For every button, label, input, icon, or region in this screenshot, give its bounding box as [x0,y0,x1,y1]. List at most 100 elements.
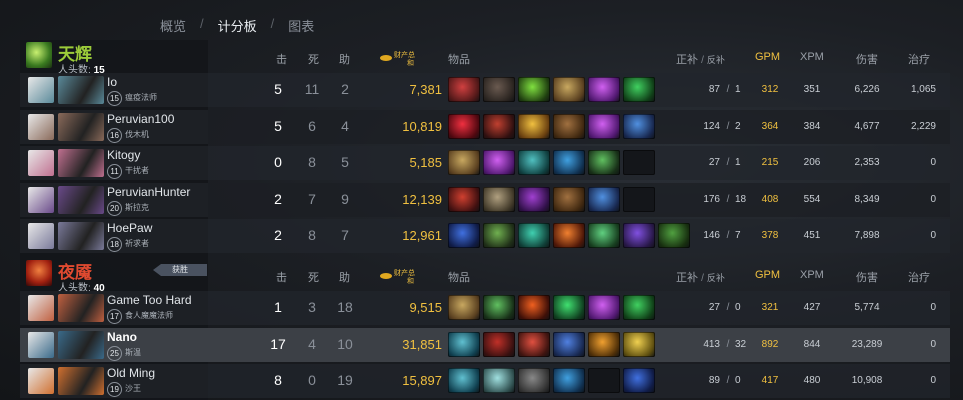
item-green-dagger-icon[interactable] [483,295,515,320]
item-blue-spear-icon[interactable] [623,368,655,393]
hero-portrait-icon[interactable] [58,76,104,104]
player-name[interactable]: HoePaw [107,221,152,235]
col-gpm[interactable]: GPM [755,269,780,281]
col-damage[interactable]: 伤害 [856,269,878,285]
item-blue-wand-icon[interactable] [553,368,585,393]
item-gold-leaf-icon[interactable] [518,113,550,139]
item-orange-shield-icon[interactable] [588,331,620,357]
item-red-cloak-icon[interactable] [483,331,515,357]
item-teal-axe-icon[interactable] [448,331,480,357]
item-swirl-icon[interactable] [483,368,515,393]
player-avatar[interactable] [28,186,54,213]
player-name[interactable]: Nano [107,330,137,344]
col-items[interactable]: 物品 [448,269,470,285]
hero-portrait-icon[interactable] [58,185,104,214]
item-crimson-guard-icon[interactable] [483,113,515,139]
col-networth[interactable]: 财产总和 [394,270,415,286]
player-avatar[interactable] [28,150,54,176]
player-avatar[interactable] [28,331,54,358]
player-row[interactable]: Game Too Hard 17 食人魔魔法师 1 3 18 9,515 27 … [20,291,950,325]
item-green-boots-icon[interactable] [623,77,655,102]
item-brown-boots-icon[interactable] [553,113,585,139]
player-row[interactable]: Old Ming 19 沙王 8 0 19 15,897 89 / 0 417 … [20,364,950,398]
item-red-eye-icon[interactable] [448,77,480,102]
col-damage[interactable]: 伤害 [856,51,878,67]
hero-portrait-icon[interactable] [58,149,104,177]
item-scroll-icon[interactable] [448,295,480,320]
col-kills[interactable]: 击 [276,269,287,285]
item-purple-orb-icon[interactable] [588,113,620,139]
player-avatar[interactable] [28,223,54,249]
item-purple-boots-icon[interactable] [623,223,655,248]
player-row[interactable]: Kitogy 11 干扰者 0 8 5 5,185 27 / 1 215 206… [20,146,950,180]
player-name[interactable]: Kitogy [107,148,140,162]
player-row[interactable]: HoePaw 18 祈求者 2 8 7 12,961 146 / 7 378 4… [20,219,950,253]
item-scroll-icon[interactable] [553,77,585,102]
player-name[interactable]: Old Ming [107,366,155,380]
player-row[interactable]: Nano 25 斯温 17 4 10 31,851 413 / 32 892 8… [20,327,950,362]
nav-overview[interactable]: 概览 [160,16,186,35]
player-name[interactable]: PeruvianHunter [107,185,190,199]
player-name[interactable]: Game Too Hard [107,293,192,307]
player-name[interactable]: Peruvian100 [107,112,174,126]
col-heal[interactable]: 治疗 [908,269,930,285]
item-purple-orb-icon[interactable] [588,77,620,102]
item-blue-wand-icon[interactable] [553,150,585,175]
player-name[interactable]: Io [107,75,117,89]
item-purple-blade-icon[interactable] [518,186,550,212]
col-xpm[interactable]: XPM [800,269,824,281]
item-green-gem-icon[interactable] [553,295,585,320]
col-xpm[interactable]: XPM [800,51,824,63]
item-red-gem-icon[interactable] [448,113,480,139]
item-green-ring-icon[interactable] [588,223,620,248]
item-blue-spear-icon[interactable] [448,223,480,248]
hero-portrait-icon[interactable] [58,294,104,322]
col-lasthits[interactable]: 正补 / 反补 [676,51,725,67]
col-assists[interactable]: 助 [339,269,350,285]
item-green-hood-icon[interactable] [483,223,515,248]
player-row[interactable]: Peruvian100 16 伐木机 5 6 4 10,819 124 / 2 … [20,109,950,144]
item-fire-icon[interactable] [553,223,585,248]
col-deaths[interactable]: 死 [308,51,319,67]
item-blue-staff-icon[interactable] [588,186,620,212]
player-row[interactable]: Io 15 瘟疫法师 5 11 2 7,381 87 / 1 312 351 6… [20,73,950,107]
item-red-claw-icon[interactable] [448,186,480,212]
col-assists[interactable]: 助 [339,51,350,67]
item-fire-staff-icon[interactable] [518,295,550,320]
player-avatar[interactable] [28,295,54,321]
item-brown-boots-icon[interactable] [553,186,585,212]
col-heal[interactable]: 治疗 [908,51,930,67]
nav-scoreboard[interactable]: 计分板 [218,16,257,35]
item-green-dagger-icon[interactable] [588,150,620,175]
item-claw-icon[interactable] [483,77,515,102]
col-deaths[interactable]: 死 [308,269,319,285]
hero-portrait-icon[interactable] [58,330,104,359]
item-teal-orb-icon[interactable] [518,223,550,248]
player-row[interactable]: PeruvianHunter 20 斯拉克 2 7 9 12,139 176 /… [20,182,950,217]
item-scroll-icon[interactable] [448,150,480,175]
nav-charts[interactable]: 图表 [288,16,314,35]
hero-portrait-icon[interactable] [58,112,104,141]
col-gpm[interactable]: GPM [755,51,780,63]
player-avatar[interactable] [28,77,54,103]
item-blue-staff-icon[interactable] [623,113,655,139]
hero-portrait-icon[interactable] [58,222,104,250]
item-blue-hammer-icon[interactable] [553,331,585,357]
item-green-boots-icon[interactable] [623,295,655,320]
item-axe-icon[interactable] [483,186,515,212]
item-green-orb-icon[interactable] [518,77,550,102]
item-red-mask-icon[interactable] [518,331,550,357]
item-teal-helm-icon[interactable] [518,150,550,175]
col-items[interactable]: 物品 [448,51,470,67]
hero-portrait-icon[interactable] [58,367,104,395]
item-gold-crown-icon[interactable] [623,331,655,357]
item-teal-axe-icon[interactable] [448,368,480,393]
item-teal-staff-icon[interactable] [518,368,550,393]
col-lasthits[interactable]: 正补 / 反补 [676,269,725,285]
col-kills[interactable]: 击 [276,51,287,67]
player-avatar[interactable] [28,368,54,394]
player-avatar[interactable] [28,113,54,140]
col-networth[interactable]: 财产总和 [394,52,415,68]
item-purple-orb-icon[interactable] [483,150,515,175]
item-purple-orb-icon[interactable] [588,295,620,320]
